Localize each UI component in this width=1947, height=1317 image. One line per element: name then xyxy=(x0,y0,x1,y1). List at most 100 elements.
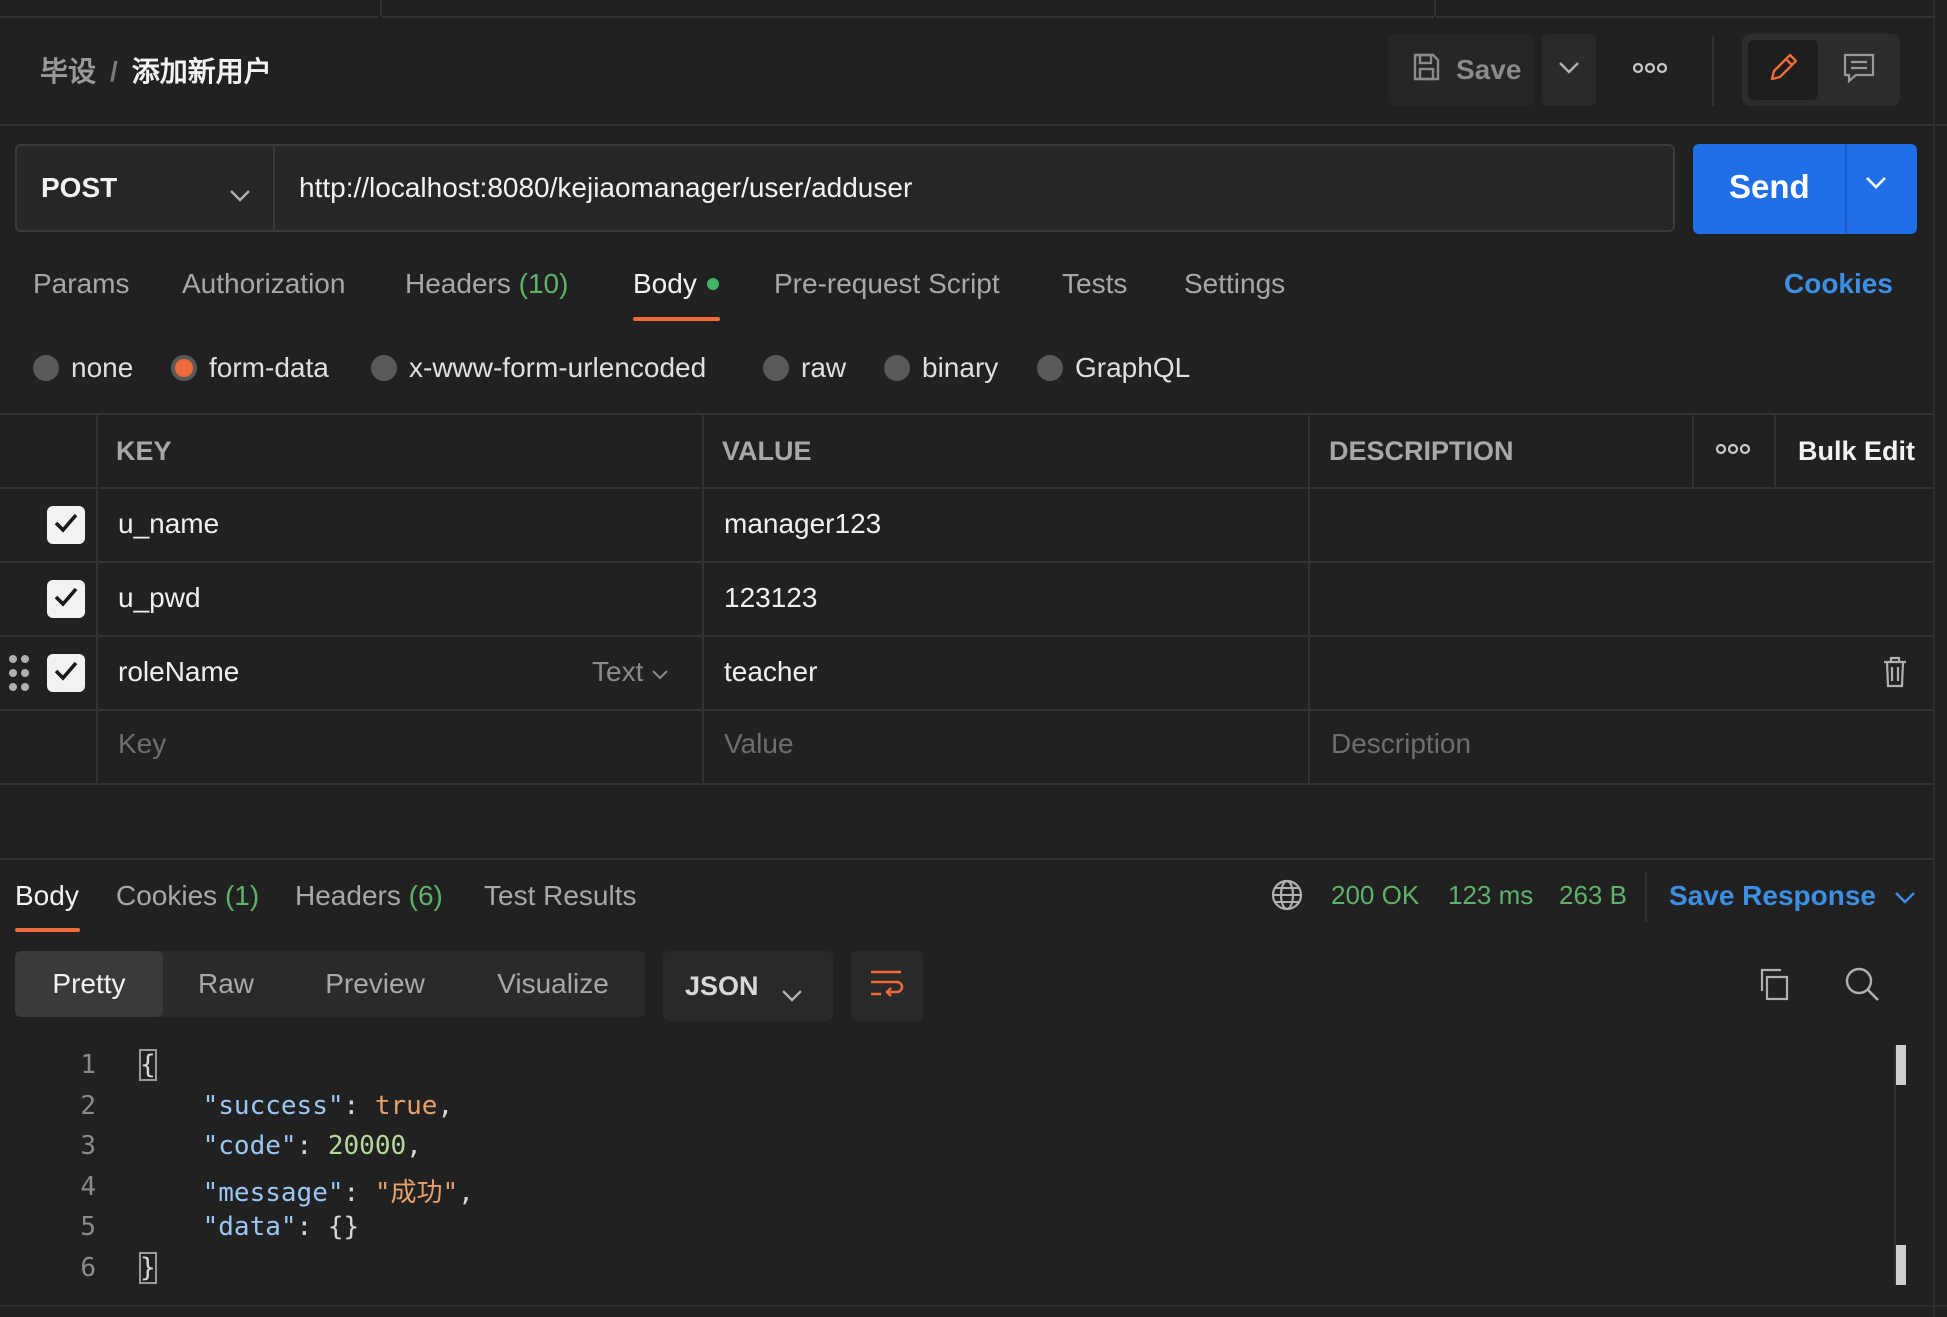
checkmark-icon xyxy=(53,586,79,613)
radio-form-data[interactable]: form-data xyxy=(171,352,329,384)
copy-icon[interactable] xyxy=(1756,966,1792,1007)
field-type-label: Text xyxy=(592,656,644,687)
table-border xyxy=(1692,413,1694,487)
save-response-button[interactable]: Save Response xyxy=(1669,880,1916,912)
radio-indicator-selected xyxy=(171,355,197,381)
new-description-input[interactable]: Description xyxy=(1331,728,1471,760)
code-line: "message": "成功", xyxy=(202,1178,474,1208)
chevron-down-icon xyxy=(651,656,669,688)
radio-indicator xyxy=(33,355,59,381)
drag-handle-icon[interactable] xyxy=(8,654,30,697)
response-headers-count: (6) xyxy=(408,880,443,911)
radio-raw[interactable]: raw xyxy=(763,352,846,384)
view-pretty-button[interactable]: Pretty xyxy=(15,951,163,1017)
response-time[interactable]: 123 ms xyxy=(1448,880,1533,911)
response-tab-cookies[interactable]: Cookies (1) xyxy=(116,880,259,912)
view-visualize-button[interactable]: Visualize xyxy=(478,951,628,1017)
globe-icon[interactable] xyxy=(1270,878,1304,917)
panel-edge xyxy=(1933,0,1935,1317)
trash-icon[interactable] xyxy=(1882,656,1908,693)
tab-prerequest-script[interactable]: Pre-request Script xyxy=(774,268,1000,300)
wrap-lines-icon xyxy=(869,968,905,1005)
tab-headers-label: Headers xyxy=(405,268,511,299)
cookies-link[interactable]: Cookies xyxy=(1784,268,1893,300)
code-scrollbar-thumb[interactable] xyxy=(1896,1045,1906,1085)
radio-none[interactable]: none xyxy=(33,352,133,384)
wrap-lines-button[interactable] xyxy=(851,951,923,1021)
radio-label: none xyxy=(71,352,134,383)
request-title[interactable]: 添加新用户 xyxy=(132,56,272,87)
save-button[interactable]: Save xyxy=(1388,34,1534,106)
tab-body[interactable]: Body xyxy=(633,268,719,300)
radio-graphql[interactable]: GraphQL xyxy=(1037,352,1190,384)
row-key[interactable]: u_name xyxy=(118,508,219,540)
search-icon[interactable] xyxy=(1844,966,1880,1007)
response-tab-headers[interactable]: Headers (6) xyxy=(295,880,443,912)
chevron-down-icon xyxy=(1558,61,1580,80)
tab-tests[interactable]: Tests xyxy=(1062,268,1127,300)
response-tab-cookies-label: Cookies xyxy=(116,880,218,911)
pencil-icon xyxy=(1766,51,1800,90)
edit-mode-button[interactable] xyxy=(1748,40,1818,100)
url-input[interactable]: http://localhost:8080/kejiaomanager/user… xyxy=(273,144,1675,232)
radio-binary[interactable]: binary xyxy=(884,352,998,384)
column-options-button[interactable] xyxy=(1715,442,1751,460)
field-type-select[interactable]: Text xyxy=(592,656,669,688)
toolbar-divider xyxy=(1712,36,1714,106)
panel-bottom-edge xyxy=(0,1305,1947,1307)
row-checkbox[interactable] xyxy=(47,506,85,544)
method-select[interactable]: POST xyxy=(15,144,273,232)
row-key[interactable]: roleName xyxy=(118,656,239,688)
chevron-down-icon xyxy=(1884,880,1916,911)
save-label: Save xyxy=(1456,54,1522,85)
radio-label: binary xyxy=(922,352,999,383)
send-button[interactable]: Send xyxy=(1729,168,1810,206)
radio-urlencoded[interactable]: x-www-form-urlencoded xyxy=(371,352,706,384)
row-value[interactable]: manager123 xyxy=(724,508,881,540)
more-actions-button[interactable] xyxy=(1620,50,1680,90)
line-number: 2 xyxy=(80,1091,96,1121)
radio-label: raw xyxy=(801,352,847,383)
format-select[interactable]: JSON xyxy=(663,951,833,1021)
tab-headers[interactable]: Headers (10) xyxy=(405,268,568,300)
tab-strip xyxy=(0,0,1947,18)
column-header-value: VALUE xyxy=(722,436,812,466)
response-divider[interactable] xyxy=(0,858,1935,860)
json-value: true xyxy=(374,1091,438,1121)
new-value-input[interactable]: Value xyxy=(724,728,794,760)
line-number: 6 xyxy=(80,1253,96,1283)
view-preview-button[interactable]: Preview xyxy=(300,951,450,1017)
send-options-chevron-icon[interactable] xyxy=(1865,176,1887,195)
response-tab-body[interactable]: Body xyxy=(15,880,79,912)
status-code[interactable]: 200 OK xyxy=(1331,880,1419,911)
view-raw-button[interactable]: Raw xyxy=(176,951,276,1017)
table-border xyxy=(1308,413,1310,785)
tab-settings[interactable]: Settings xyxy=(1184,268,1285,300)
json-value: 20000 xyxy=(327,1131,407,1161)
save-options-button[interactable] xyxy=(1542,34,1596,106)
comments-mode-button[interactable] xyxy=(1824,40,1894,100)
bulk-edit-button[interactable]: Bulk Edit xyxy=(1798,436,1915,467)
code-scrollbar-thumb[interactable] xyxy=(1896,1245,1906,1285)
table-border xyxy=(0,709,1935,711)
chevron-down-icon xyxy=(781,979,803,1010)
radio-indicator xyxy=(371,355,397,381)
row-key[interactable]: u_pwd xyxy=(118,582,201,614)
new-key-input[interactable]: Key xyxy=(118,728,166,760)
response-tab-test-results[interactable]: Test Results xyxy=(484,880,637,912)
row-checkbox[interactable] xyxy=(47,580,85,618)
chevron-down-icon xyxy=(229,178,251,210)
row-value[interactable]: 123123 xyxy=(724,582,817,614)
row-checkbox[interactable] xyxy=(47,654,85,692)
tab-params[interactable]: Params xyxy=(33,268,129,300)
code-line: "success": true, xyxy=(202,1091,454,1121)
tab-authorization[interactable]: Authorization xyxy=(182,268,345,300)
row-value[interactable]: teacher xyxy=(724,656,817,688)
breadcrumb: 毕设 / 添加新用户 xyxy=(40,50,272,90)
breadcrumb-collection[interactable]: 毕设 xyxy=(40,56,96,87)
checkmark-icon xyxy=(53,512,79,539)
table-border xyxy=(96,413,98,785)
response-tab-headers-label: Headers xyxy=(295,880,401,911)
response-size[interactable]: 263 B xyxy=(1559,880,1627,911)
line-number: 4 xyxy=(80,1172,96,1202)
